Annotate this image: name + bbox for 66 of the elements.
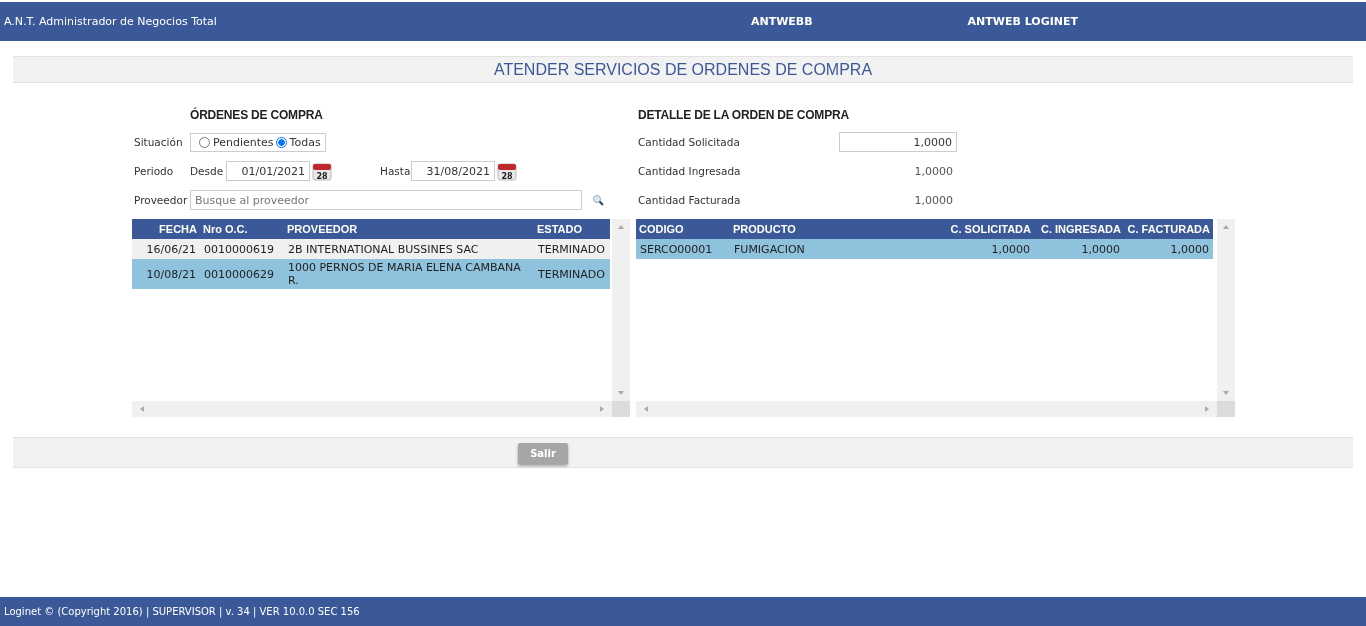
column-header[interactable]: PROVEEDOR (284, 219, 534, 239)
nav-link[interactable]: ANTWEBB (750, 15, 813, 28)
field-value: 1,0000 (913, 164, 954, 178)
radio-option[interactable]: Pendientes (199, 135, 274, 149)
column-header[interactable]: Nro O.C. (200, 219, 284, 239)
table-cell: FUMIGACION (730, 239, 930, 259)
radio-button[interactable] (275, 136, 287, 148)
field-label: Cantidad Facturada (638, 194, 742, 206)
field-label: Hasta (380, 165, 411, 177)
column-header[interactable]: C. INGRESADA (1034, 219, 1124, 239)
table-row[interactable]: SERCO00001 FUMIGACION 1,0000 1,0000 1,0000 (636, 239, 1213, 259)
section-heading: DETALLE DE LA ORDEN DE COMPRA (638, 108, 850, 122)
table-cell: SERCO00001 (636, 239, 730, 259)
table-row[interactable]: 10/08/21 0010000629 1000 PERNOS DE MARIA ELENA CAMBANA R. TERMINADO (132, 259, 610, 289)
column-header[interactable]: PRODUCTO (730, 219, 930, 239)
scrollbar-corner (1217, 401, 1235, 417)
column-header[interactable]: CODIGO (636, 219, 730, 239)
horizontal-scrollbar[interactable] (636, 401, 1217, 417)
scroll-arrow-icon[interactable] (1203, 405, 1211, 413)
field-label: Cantidad Solicitada (638, 136, 741, 148)
vertical-scrollbar[interactable] (1217, 219, 1235, 401)
search-field[interactable]: Busque al proveedor (190, 190, 582, 210)
date-field[interactable]: 01/01/2021 (226, 161, 310, 181)
column-header[interactable]: C. FACTURADA (1124, 219, 1213, 239)
field-label: Situación (133, 136, 184, 148)
radio-option[interactable]: Todas (275, 135, 321, 149)
table-cell: 0010000629 (200, 259, 284, 289)
scroll-arrow-icon[interactable] (1222, 223, 1230, 231)
scrollbar-corner (612, 401, 630, 417)
column-header[interactable]: ESTADO (534, 219, 610, 239)
nav-link[interactable]: ANTWEB LOGINET (967, 15, 1078, 28)
column-header[interactable]: FECHA (132, 219, 200, 239)
table-cell: 1,0000 (1124, 239, 1213, 259)
table-cell: 1000 PERNOS DE MARIA ELENA CAMBANA R. (284, 259, 534, 289)
scroll-arrow-icon[interactable] (138, 405, 146, 413)
scroll-arrow-icon[interactable] (617, 389, 625, 397)
scroll-arrow-icon[interactable] (642, 405, 650, 413)
table-cell: 2B INTERNATIONAL BUSSINES SAC (284, 239, 534, 259)
scroll-arrow-icon[interactable] (1222, 389, 1230, 397)
table-cell: 1,0000 (930, 239, 1034, 259)
date-field[interactable]: 31/08/2021 (411, 161, 495, 181)
field-value: 1,0000 (913, 193, 954, 207)
app-title: A.N.T. Administrador de Negocios Total (4, 15, 217, 28)
field-label: Proveedor (133, 194, 189, 206)
table-cell: TERMINADO (534, 239, 610, 259)
table-cell: 16/06/21 (132, 239, 200, 259)
scroll-arrow-icon[interactable] (598, 405, 606, 413)
quantity-field[interactable]: 1,0000 (839, 132, 957, 152)
table-row[interactable]: 16/06/21 0010000619 2B INTERNATIONAL BUSSINES SAC TERMINADO (132, 239, 610, 259)
page-title: ATENDER SERVICIOS DE ORDENES DE COMPRA (493, 61, 873, 78)
calendar-icon[interactable]: 28 (312, 161, 332, 181)
table-cell: 0010000619 (200, 239, 284, 259)
table-cell: TERMINADO (534, 259, 610, 289)
vertical-scrollbar[interactable] (612, 219, 630, 401)
table-cell: 1,0000 (1034, 239, 1124, 259)
table-cell: 10/08/21 (132, 259, 200, 289)
search-icon[interactable] (592, 194, 604, 206)
scroll-arrow-icon[interactable] (617, 223, 625, 231)
field-label: Periodo (133, 165, 175, 177)
calendar-icon[interactable]: 28 (497, 161, 517, 181)
column-header[interactable]: C. SOLICITADA (930, 219, 1034, 239)
status-text: Loginet © (Copyright 2016) | SUPERVISOR | v. 34 | VER 10.0.0 SEC 156 (4, 606, 360, 617)
horizontal-scrollbar[interactable] (132, 401, 612, 417)
section-heading: ÓRDENES DE COMPRA (190, 108, 324, 122)
field-label: Cantidad Ingresada (638, 165, 742, 177)
field-label: Desde (190, 165, 225, 177)
